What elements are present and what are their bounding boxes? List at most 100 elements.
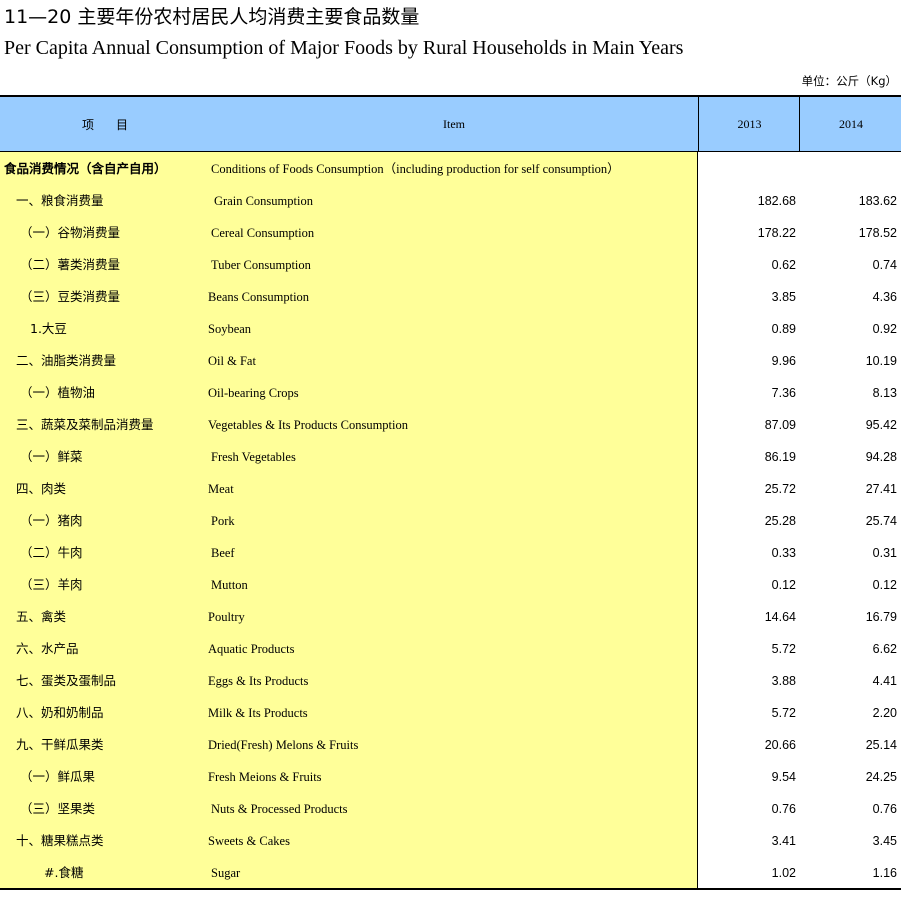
value-2013: 20.66: [764, 738, 796, 752]
value-2014: 4.41: [872, 674, 897, 688]
row-label-cn: 六、水产品: [16, 641, 79, 656]
value-2014: [799, 153, 897, 185]
value-2014: 25.14: [865, 738, 897, 752]
table-row: #.食糖 Sugar 1.02 1.16: [0, 857, 901, 889]
row-label-en: Dried(Fresh) Melons & Fruits: [208, 738, 359, 752]
page-title-en: Per Capita Annual Consumption of Major F…: [4, 37, 684, 59]
row-label-en: Meat: [208, 482, 234, 496]
row-label-cn: 四、肉类: [16, 481, 67, 496]
row-label-en: Oil & Fat: [208, 354, 256, 368]
row-label-cn: （一）鲜菜: [20, 449, 83, 464]
header-item-en: Item: [443, 116, 465, 131]
table-row: （三）豆类消费量 Beans Consumption 3.85 4.36: [0, 281, 901, 313]
value-2013: 25.28: [764, 514, 796, 528]
value-2013: 14.64: [764, 610, 796, 624]
value-2013: 7.36: [771, 386, 796, 400]
table-row: （一）鲜瓜果 Fresh Meions & Fruits 9.54 24.25: [0, 761, 901, 793]
value-2014: 1.16: [872, 866, 897, 880]
value-2014: 0.74: [872, 258, 897, 272]
row-label-cn: 八、奶和奶制品: [16, 705, 104, 720]
row-label-en: Vegetables & Its Products Consumption: [208, 418, 408, 432]
value-2013: 25.72: [764, 482, 796, 496]
page-title-cn: 11—20 主要年份农村居民人均消费主要食品数量: [4, 6, 420, 28]
row-label-cn: （一）猪肉: [20, 513, 83, 528]
value-2013: 0.89: [771, 322, 796, 336]
value-2013: 1.02: [771, 866, 796, 880]
row-label-en: Beans Consumption: [208, 290, 310, 304]
row-label-en: Conditions of Foods Consumption（includin…: [211, 162, 620, 176]
value-2014: 8.13: [872, 386, 897, 400]
value-2014: 183.62: [858, 194, 897, 208]
row-label-cn: （三）羊肉: [20, 577, 83, 592]
header-year-2014: 2014: [799, 97, 901, 151]
row-label-en: Nuts & Processed Products: [211, 802, 348, 816]
value-2014: 178.52: [858, 226, 897, 240]
table-row: 一、粮食消费量 Grain Consumption 182.68 183.62: [0, 185, 901, 217]
value-2014: 95.42: [865, 418, 897, 432]
row-label-cn: 五、禽类: [16, 609, 67, 624]
value-2013: 5.72: [771, 642, 796, 656]
value-2013: 0.76: [771, 802, 796, 816]
row-label-en: Poultry: [208, 610, 245, 624]
table-row: 1.大豆 Soybean 0.89 0.92: [0, 313, 901, 345]
row-label-en: Soybean: [208, 322, 252, 336]
table-row: 十、糖果糕点类 Sweets & Cakes 3.41 3.45: [0, 825, 901, 857]
value-2014: 3.45: [872, 834, 897, 848]
row-label-cn: （一）谷物消费量: [20, 225, 121, 240]
table-row: 五、禽类 Poultry 14.64 16.79: [0, 601, 901, 633]
row-label-cn: 三、蔬菜及菜制品消费量: [16, 417, 154, 432]
row-label-cn: （三）坚果类: [20, 801, 96, 816]
row-label-cn: （二）薯类消费量: [20, 257, 121, 272]
row-label-en: Cereal Consumption: [211, 226, 315, 240]
table-body: 食品消费情况（含自产自用） Conditions of Foods Consump…: [0, 152, 901, 890]
header-year-2013: 2013: [698, 97, 800, 151]
value-2013: 3.88: [771, 674, 796, 688]
table-row: （一）猪肉 Pork 25.28 25.74: [0, 505, 901, 537]
table-row: （二）牛肉 Beef 0.33 0.31: [0, 537, 901, 569]
row-label-en: Mutton: [211, 578, 248, 592]
unit-label: 单位：公斤（Kg）: [801, 74, 897, 88]
value-2014: 2.20: [872, 706, 897, 720]
table-row: 四、肉类 Meat 25.72 27.41: [0, 473, 901, 505]
value-2014: 94.28: [865, 450, 897, 464]
table-row: （二）薯类消费量 Tuber Consumption 0.62 0.74: [0, 249, 901, 281]
row-label-en: Pork: [211, 514, 235, 528]
table-row: 九、干鲜瓜果类 Dried(Fresh) Melons & Fruits 20.66…: [0, 729, 901, 761]
value-2013: 5.72: [771, 706, 796, 720]
value-2013: 87.09: [764, 418, 796, 432]
row-label-cn: 十、糖果糕点类: [16, 833, 104, 848]
value-2014: 0.76: [872, 802, 897, 816]
row-label-en: Eggs & Its Products: [208, 674, 309, 688]
row-label-cn: 一、粮食消费量: [16, 193, 104, 208]
value-2014: 27.41: [865, 482, 897, 496]
table-row: 八、奶和奶制品 Milk & Its Products 5.72 2.20: [0, 697, 901, 729]
row-label-en: Fresh Vegetables: [211, 450, 296, 464]
consumption-table: 项目 Item 2013 2014 食品消费情况（含自产自用） Condition…: [0, 95, 901, 890]
table-row: 三、蔬菜及菜制品消费量 Vegetables & Its Products Con…: [0, 409, 901, 441]
value-2014: 24.25: [865, 770, 897, 784]
value-2014: 16.79: [865, 610, 897, 624]
value-2013: 3.85: [771, 290, 796, 304]
value-2013: 3.41: [771, 834, 796, 848]
value-2014: 0.31: [872, 546, 897, 560]
table-row: （一）鲜菜 Fresh Vegetables 86.19 94.28: [0, 441, 901, 473]
table-row: 六、水产品 Aquatic Products 5.72 6.62: [0, 633, 901, 665]
row-label-cn: （三）豆类消费量: [20, 289, 121, 304]
row-label-en: Oil-bearing Crops: [208, 386, 299, 400]
row-label-cn: （一）鲜瓜果: [20, 769, 96, 784]
row-label-en: Sugar: [211, 866, 241, 880]
value-2013: 86.19: [764, 450, 796, 464]
table-row: 七、蛋类及蛋制品 Eggs & Its Products 3.88 4.41: [0, 665, 901, 697]
value-2014: 4.36: [872, 290, 897, 304]
row-label-cn: （二）牛肉: [20, 545, 83, 560]
table-row: （一）谷物消费量 Cereal Consumption 178.22 178.52: [0, 217, 901, 249]
row-label-cn: 食品消费情况（含自产自用）: [4, 161, 167, 176]
table-header: 项目 Item 2013 2014: [0, 95, 901, 152]
row-label-en: Beef: [211, 546, 235, 560]
header-item-cn: 项目: [81, 117, 150, 132]
row-label-en: Aquatic Products: [208, 642, 295, 656]
row-label-en: Sweets & Cakes: [208, 834, 290, 848]
row-label-en: Fresh Meions & Fruits: [208, 770, 322, 784]
value-2013: 9.54: [771, 770, 796, 784]
value-2014: 25.74: [865, 514, 897, 528]
